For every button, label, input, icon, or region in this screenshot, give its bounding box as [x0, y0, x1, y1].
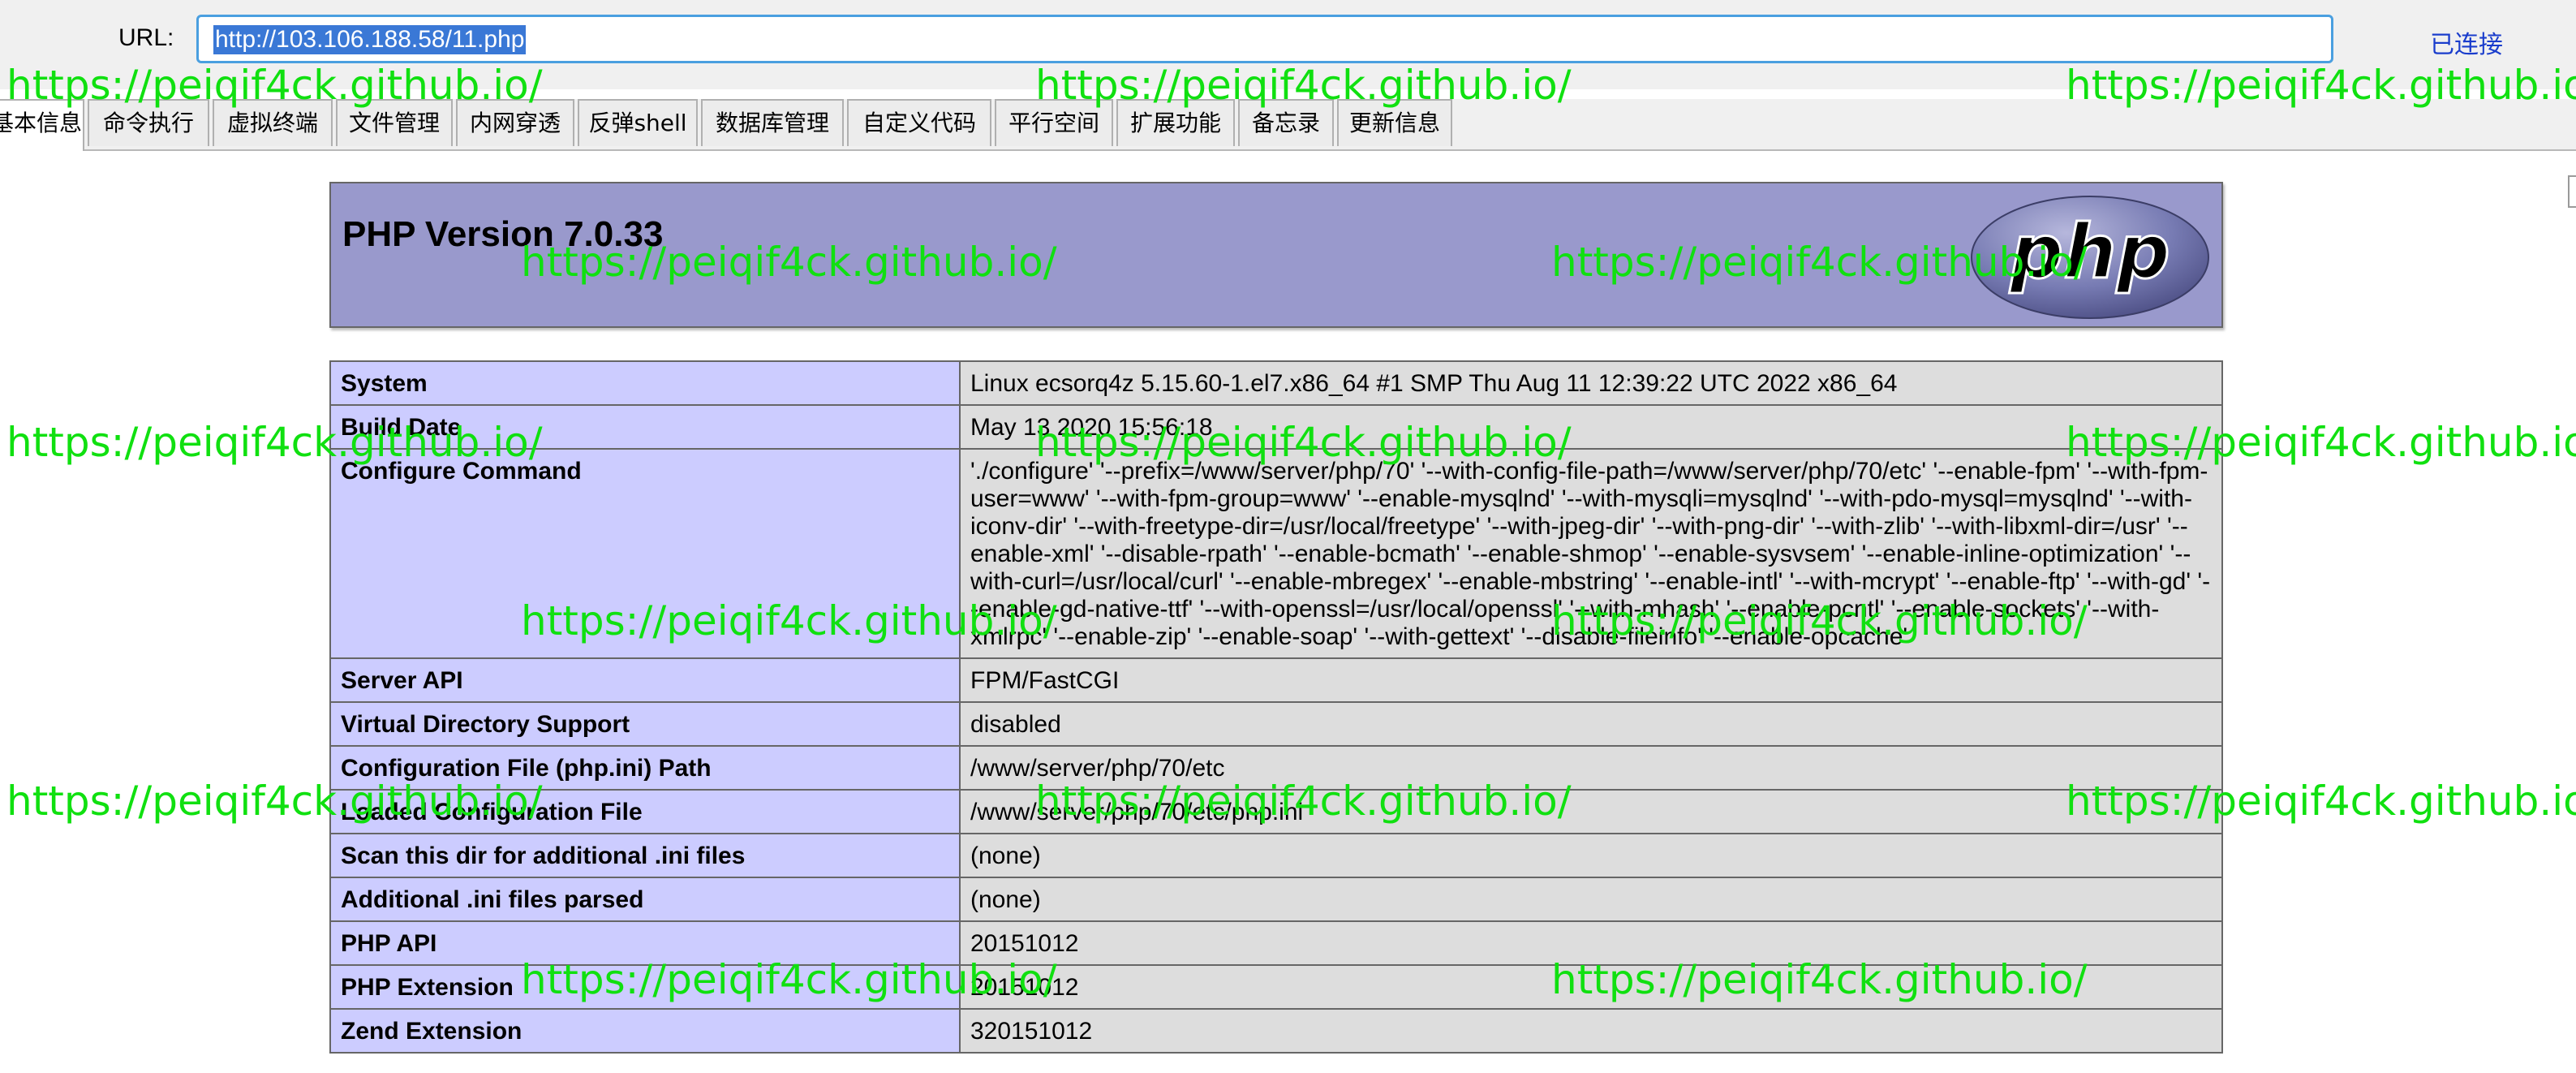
tab-command-exec[interactable]: 命令执行 — [88, 99, 209, 146]
table-row: PHP API 20151012 — [329, 920, 2223, 966]
row-key: Configuration File (php.ini) Path — [329, 745, 961, 791]
tab-custom-code[interactable]: 自定义代码 — [847, 99, 991, 146]
row-key: Server API — [329, 657, 961, 703]
table-row: PHP Extension 20151012 — [329, 964, 2223, 1010]
row-value: (none) — [959, 833, 2223, 878]
tab-parallel-space[interactable]: 平行空间 — [995, 99, 1113, 146]
tab-basic-info[interactable]: 基本信息 — [0, 99, 84, 151]
tab-extensions[interactable]: 扩展功能 — [1116, 99, 1235, 146]
php-version-header: PHP Version 7.0.33 php — [329, 182, 2223, 328]
row-key: Zend Extension — [329, 1008, 961, 1054]
phpinfo-panel[interactable]: PHP Version 7.0.33 php System Linux ecso… — [0, 151, 2576, 1073]
row-key: Additional .ini files parsed — [329, 877, 961, 922]
phpinfo-table: System Linux ecsorq4z 5.15.60-1.el7.x86_… — [329, 360, 2223, 1054]
row-value: 320151012 — [959, 1008, 2223, 1054]
tab-file-manager[interactable]: 文件管理 — [336, 99, 453, 146]
table-row: Scan this dir for additional .ini files … — [329, 833, 2223, 878]
row-value: disabled — [959, 701, 2223, 747]
row-key: Scan this dir for additional .ini files — [329, 833, 961, 878]
table-row: Zend Extension 320151012 — [329, 1008, 2223, 1054]
row-value: Linux ecsorq4z 5.15.60-1.el7.x86_64 #1 S… — [959, 360, 2223, 406]
scrollbar[interactable] — [2568, 175, 2576, 208]
table-row: Loaded Configuration File /www/server/ph… — [329, 789, 2223, 834]
row-key: PHP API — [329, 920, 961, 966]
tab-database-manager[interactable]: 数据库管理 — [701, 99, 844, 146]
row-value: 20151012 — [959, 920, 2223, 966]
url-input[interactable]: http://103.106.188.58/11.php — [196, 15, 2333, 63]
table-row: Server API FPM/FastCGI — [329, 657, 2223, 703]
table-row: Build Date May 13 2020 15:56:18 — [329, 404, 2223, 450]
row-key: Loaded Configuration File — [329, 789, 961, 834]
row-value: FPM/FastCGI — [959, 657, 2223, 703]
row-key: Virtual Directory Support — [329, 701, 961, 747]
tab-virtual-terminal[interactable]: 虚拟终端 — [213, 99, 333, 146]
row-key: Configure Command — [329, 448, 961, 659]
row-value: May 13 2020 15:56:18 — [959, 404, 2223, 450]
row-value: 20151012 — [959, 964, 2223, 1010]
tab-reverse-shell[interactable]: 反弹shell — [578, 99, 698, 146]
row-key: System — [329, 360, 961, 406]
table-row: Configuration File (php.ini) Path /www/s… — [329, 745, 2223, 791]
row-value: (none) — [959, 877, 2223, 922]
php-logo: php — [1971, 196, 2209, 319]
tab-memo[interactable]: 备忘录 — [1238, 99, 1334, 146]
row-value: /www/server/php/70/etc — [959, 745, 2223, 791]
table-row: Additional .ini files parsed (none) — [329, 877, 2223, 922]
row-value: /www/server/php/70/etc/php.ini — [959, 789, 2223, 834]
connection-status-link[interactable]: 已连接 — [2430, 24, 2503, 60]
php-version-title: PHP Version 7.0.33 — [342, 214, 664, 254]
table-row: Configure Command './configure' '--prefi… — [329, 448, 2223, 659]
url-label: URL: — [118, 24, 174, 51]
address-bar: URL: http://103.106.188.58/11.php 已连接 — [0, 0, 2576, 89]
row-key: Build Date — [329, 404, 961, 450]
table-row: System Linux ecsorq4z 5.15.60-1.el7.x86_… — [329, 360, 2223, 406]
php-logo-text: php — [2009, 209, 2170, 295]
tab-update-info[interactable]: 更新信息 — [1337, 99, 1452, 146]
tab-intranet-tunnel[interactable]: 内网穿透 — [456, 99, 574, 146]
url-input-value[interactable]: http://103.106.188.58/11.php — [213, 25, 527, 54]
tab-bar: 基本信息 命令执行 虚拟终端 文件管理 内网穿透 反弹shell 数据库管理 自… — [0, 99, 2576, 151]
row-key: PHP Extension — [329, 964, 961, 1010]
table-row: Virtual Directory Support disabled — [329, 701, 2223, 747]
row-value: './configure' '--prefix=/www/server/php/… — [959, 448, 2223, 659]
